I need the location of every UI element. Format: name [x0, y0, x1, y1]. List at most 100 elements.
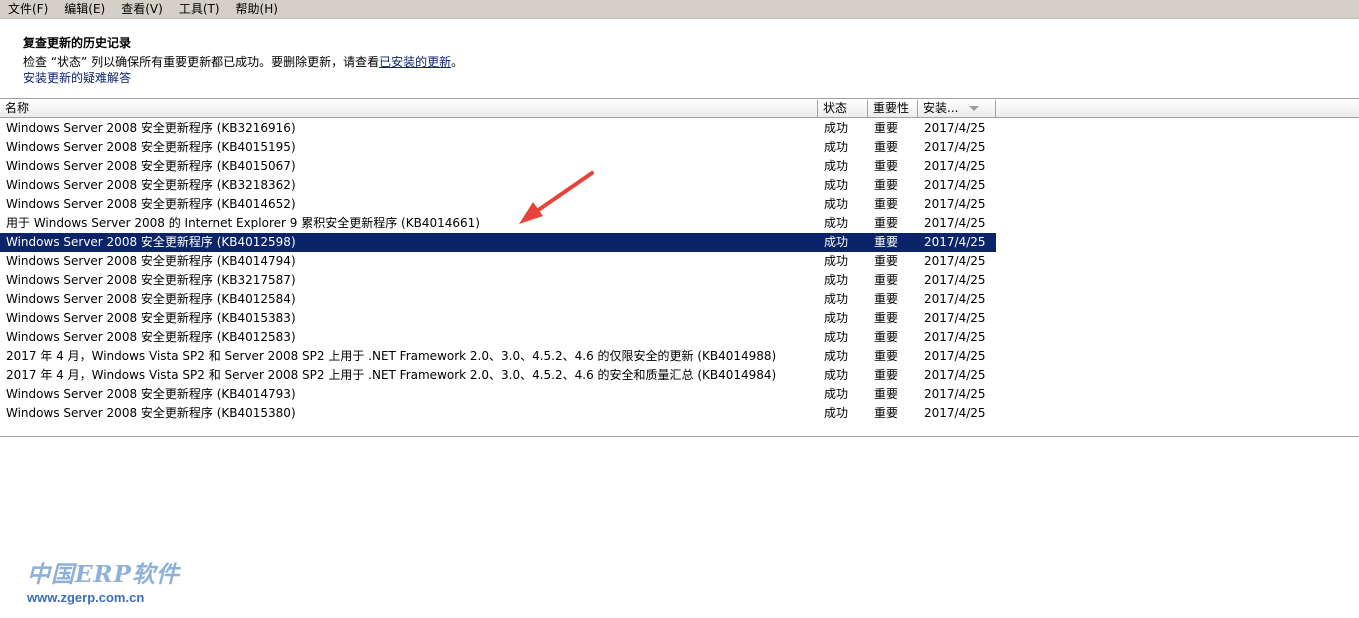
cell-importance: 重要	[874, 387, 899, 401]
table-row[interactable]: Windows Server 2008 安全更新程序 (KB3218362) 成功…	[0, 176, 996, 195]
cell-importance: 重要	[874, 406, 899, 420]
cell-status: 成功	[824, 368, 849, 382]
watermark-url: www.zgerp.com.cn	[27, 590, 145, 605]
table-row[interactable]: Windows Server 2008 安全更新程序 (KB4015067) 成功…	[0, 157, 996, 176]
table-row[interactable]: Windows Server 2008 安全更新程序 (KB4012583) 成功…	[0, 328, 996, 347]
cell-status: 成功	[824, 235, 849, 249]
table-row[interactable]: Windows Server 2008 安全更新程序 (KB4015383) 成功…	[0, 309, 996, 328]
cell-status: 成功	[824, 406, 849, 420]
cell-date: 2017/4/25	[924, 387, 986, 401]
cell-date: 2017/4/25	[924, 349, 986, 363]
column-header-importance[interactable]: 重要性	[868, 100, 918, 117]
menu-bar: 文件(F) 编辑(E) 查看(V) 工具(T) 帮助(H)	[0, 0, 1359, 19]
table-row[interactable]: Windows Server 2008 安全更新程序 (KB4012598) 成功…	[0, 233, 996, 252]
cell-name: Windows Server 2008 安全更新程序 (KB4012584)	[6, 292, 296, 306]
page-header: 复查更新的历史记录 检查 “状态” 列以确保所有重要更新都已成功。要删除更新，请…	[23, 35, 463, 86]
cell-name: 2017 年 4 月，Windows Vista SP2 和 Server 20…	[6, 349, 777, 363]
cell-status: 成功	[824, 349, 849, 363]
list-bottom-divider	[0, 436, 1359, 437]
cell-name: 2017 年 4 月，Windows Vista SP2 和 Server 20…	[6, 368, 777, 382]
installed-updates-link[interactable]: 已安装的更新	[379, 55, 451, 69]
column-header-status[interactable]: 状态	[818, 100, 868, 117]
updates-list: Windows Server 2008 安全更新程序 (KB3216916) 成功…	[0, 119, 996, 423]
list-top-divider	[0, 98, 1359, 99]
cell-name: Windows Server 2008 安全更新程序 (KB4015383)	[6, 311, 296, 325]
cell-importance: 重要	[874, 140, 899, 154]
cell-importance: 重要	[874, 235, 899, 249]
cell-status: 成功	[824, 311, 849, 325]
cell-status: 成功	[824, 197, 849, 211]
cell-date: 2017/4/25	[924, 330, 986, 344]
menu-edit[interactable]: 编辑(E)	[56, 0, 113, 18]
cell-name: Windows Server 2008 安全更新程序 (KB4015067)	[6, 159, 296, 173]
menu-help[interactable]: 帮助(H)	[228, 0, 286, 18]
cell-status: 成功	[824, 178, 849, 192]
watermark-brand: 中国ERP软件	[27, 561, 180, 588]
cell-status: 成功	[824, 330, 849, 344]
cell-date: 2017/4/25	[924, 311, 986, 325]
cell-status: 成功	[824, 159, 849, 173]
table-row[interactable]: Windows Server 2008 安全更新程序 (KB3216916) 成功…	[0, 119, 996, 138]
cell-date: 2017/4/25	[924, 121, 986, 135]
column-header-installed[interactable]: 安装...	[918, 100, 996, 117]
cell-date: 2017/4/25	[924, 216, 986, 230]
cell-status: 成功	[824, 273, 849, 287]
column-header-name[interactable]: 名称	[0, 100, 818, 117]
cell-importance: 重要	[874, 368, 899, 382]
cell-importance: 重要	[874, 178, 899, 192]
cell-status: 成功	[824, 216, 849, 230]
column-header-installed-label: 安装...	[923, 101, 959, 115]
table-row[interactable]: 2017 年 4 月，Windows Vista SP2 和 Server 20…	[0, 347, 996, 366]
description-suffix: 。	[451, 55, 464, 69]
cell-date: 2017/4/25	[924, 197, 986, 211]
table-row[interactable]: Windows Server 2008 安全更新程序 (KB4014793) 成功…	[0, 385, 996, 404]
table-row[interactable]: Windows Server 2008 安全更新程序 (KB4014652) 成功…	[0, 195, 996, 214]
cell-name: Windows Server 2008 安全更新程序 (KB3217587)	[6, 273, 296, 287]
menu-view[interactable]: 查看(V)	[113, 0, 171, 18]
cell-importance: 重要	[874, 121, 899, 135]
cell-status: 成功	[824, 254, 849, 268]
table-row[interactable]: Windows Server 2008 安全更新程序 (KB4012584) 成功…	[0, 290, 996, 309]
page-title: 复查更新的历史记录	[23, 36, 132, 50]
cell-name: Windows Server 2008 安全更新程序 (KB4014794)	[6, 254, 296, 268]
menu-tools[interactable]: 工具(T)	[171, 0, 228, 18]
list-header: 名称 状态 重要性 安装...	[0, 100, 1359, 118]
cell-status: 成功	[824, 292, 849, 306]
cell-name: Windows Server 2008 安全更新程序 (KB4012583)	[6, 330, 296, 344]
cell-name: Windows Server 2008 安全更新程序 (KB4014793)	[6, 387, 296, 401]
description-text: 检查 “状态” 列以确保所有重要更新都已成功。要删除更新，请查看	[23, 55, 380, 69]
table-row[interactable]: Windows Server 2008 安全更新程序 (KB4014794) 成功…	[0, 252, 996, 271]
cell-date: 2017/4/25	[924, 406, 986, 420]
cell-date: 2017/4/25	[924, 159, 986, 173]
cell-status: 成功	[824, 387, 849, 401]
cell-importance: 重要	[874, 330, 899, 344]
cell-date: 2017/4/25	[924, 368, 986, 382]
table-row[interactable]: 用于 Windows Server 2008 的 Internet Explor…	[0, 214, 996, 233]
cell-date: 2017/4/25	[924, 254, 986, 268]
cell-importance: 重要	[874, 197, 899, 211]
sort-descending-icon	[969, 106, 979, 111]
cell-importance: 重要	[874, 254, 899, 268]
cell-importance: 重要	[874, 216, 899, 230]
cell-name: Windows Server 2008 安全更新程序 (KB4012598)	[6, 235, 296, 249]
table-row[interactable]: Windows Server 2008 安全更新程序 (KB4015380) 成功…	[0, 404, 996, 423]
table-row[interactable]: 2017 年 4 月，Windows Vista SP2 和 Server 20…	[0, 366, 996, 385]
table-row[interactable]: Windows Server 2008 安全更新程序 (KB4015195) 成功…	[0, 138, 996, 157]
cell-importance: 重要	[874, 273, 899, 287]
cell-date: 2017/4/25	[924, 292, 986, 306]
cell-date: 2017/4/25	[924, 235, 986, 249]
table-row[interactable]: Windows Server 2008 安全更新程序 (KB3217587) 成功…	[0, 271, 996, 290]
cell-status: 成功	[824, 121, 849, 135]
cell-importance: 重要	[874, 292, 899, 306]
troubleshoot-link[interactable]: 安装更新的疑难解答	[23, 70, 131, 86]
cell-name: Windows Server 2008 安全更新程序 (KB4015380)	[6, 406, 296, 420]
cell-date: 2017/4/25	[924, 178, 986, 192]
menu-file[interactable]: 文件(F)	[0, 0, 56, 18]
cell-date: 2017/4/25	[924, 140, 986, 154]
cell-status: 成功	[824, 140, 849, 154]
page-description: 检查 “状态” 列以确保所有重要更新都已成功。要删除更新，请查看已安装的更新。	[23, 54, 463, 70]
cell-name: Windows Server 2008 安全更新程序 (KB3218362)	[6, 178, 296, 192]
cell-importance: 重要	[874, 349, 899, 363]
watermark: 中国ERP软件 www.zgerp.com.cn	[27, 562, 180, 606]
cell-name: Windows Server 2008 安全更新程序 (KB4015195)	[6, 140, 296, 154]
